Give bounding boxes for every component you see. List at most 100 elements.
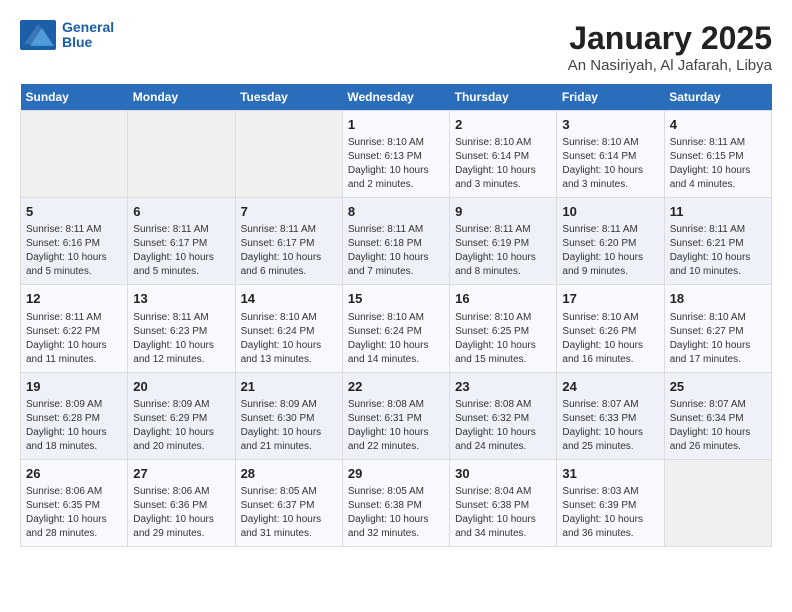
- header-friday: Friday: [557, 84, 664, 111]
- day-info: Sunrise: 8:04 AM Sunset: 6:38 PM Dayligh…: [455, 485, 551, 541]
- day-number: 2: [455, 116, 551, 134]
- calendar-cell: [235, 111, 342, 198]
- day-number: 30: [455, 465, 551, 483]
- day-number: 17: [562, 290, 658, 308]
- day-info: Sunrise: 8:11 AM Sunset: 6:16 PM Dayligh…: [26, 223, 122, 279]
- calendar-cell: 18 Sunrise: 8:10 AM Sunset: 6:27 PM Dayli…: [664, 285, 771, 372]
- logo-line2: Blue: [62, 35, 114, 50]
- day-info: Sunrise: 8:10 AM Sunset: 6:27 PM Dayligh…: [670, 311, 766, 367]
- day-number: 1: [348, 116, 444, 134]
- day-info: Sunrise: 8:11 AM Sunset: 6:23 PM Dayligh…: [133, 311, 229, 367]
- calendar-week-2: 5 Sunrise: 8:11 AM Sunset: 6:16 PM Daylig…: [21, 198, 772, 285]
- day-info: Sunrise: 8:11 AM Sunset: 6:19 PM Dayligh…: [455, 223, 551, 279]
- calendar-week-1: 1Sunrise: 8:10 AM Sunset: 6:13 PM Daylig…: [21, 111, 772, 198]
- logo: General Blue: [20, 20, 114, 51]
- day-info: Sunrise: 8:05 AM Sunset: 6:38 PM Dayligh…: [348, 485, 444, 541]
- header-wednesday: Wednesday: [342, 84, 449, 111]
- logo-icon: [20, 20, 56, 50]
- day-number: 23: [455, 378, 551, 396]
- calendar-cell: 9 Sunrise: 8:11 AM Sunset: 6:19 PM Daylig…: [450, 198, 557, 285]
- calendar-cell: 19 Sunrise: 8:09 AM Sunset: 6:28 PM Dayli…: [21, 372, 128, 459]
- calendar-cell: 22 Sunrise: 8:08 AM Sunset: 6:31 PM Dayli…: [342, 372, 449, 459]
- day-number: 9: [455, 203, 551, 221]
- calendar-cell: 2Sunrise: 8:10 AM Sunset: 6:14 PM Daylig…: [450, 111, 557, 198]
- calendar-cell: 8 Sunrise: 8:11 AM Sunset: 6:18 PM Daylig…: [342, 198, 449, 285]
- logo-text: General Blue: [62, 20, 114, 51]
- day-number: 31: [562, 465, 658, 483]
- header-thursday: Thursday: [450, 84, 557, 111]
- calendar-cell: 15 Sunrise: 8:10 AM Sunset: 6:24 PM Dayli…: [342, 285, 449, 372]
- calendar-cell: 4Sunrise: 8:11 AM Sunset: 6:15 PM Daylig…: [664, 111, 771, 198]
- day-number: 11: [670, 203, 766, 221]
- day-number: 28: [241, 465, 337, 483]
- logo-line1: General: [62, 20, 114, 35]
- calendar-cell: 11 Sunrise: 8:11 AM Sunset: 6:21 PM Dayli…: [664, 198, 771, 285]
- calendar-cell: [128, 111, 235, 198]
- calendar-cell: 24Sunrise: 8:07 AM Sunset: 6:33 PM Dayli…: [557, 372, 664, 459]
- day-number: 15: [348, 290, 444, 308]
- day-number: 22: [348, 378, 444, 396]
- header-saturday: Saturday: [664, 84, 771, 111]
- calendar-cell: 31Sunrise: 8:03 AM Sunset: 6:39 PM Dayli…: [557, 459, 664, 546]
- calendar-cell: 10Sunrise: 8:11 AM Sunset: 6:20 PM Dayli…: [557, 198, 664, 285]
- calendar-cell: 25 Sunrise: 8:07 AM Sunset: 6:34 PM Dayli…: [664, 372, 771, 459]
- calendar-cell: [21, 111, 128, 198]
- day-info: Sunrise: 8:06 AM Sunset: 6:35 PM Dayligh…: [26, 485, 122, 541]
- calendar-cell: 1Sunrise: 8:10 AM Sunset: 6:13 PM Daylig…: [342, 111, 449, 198]
- day-info: Sunrise: 8:11 AM Sunset: 6:17 PM Dayligh…: [241, 223, 337, 279]
- day-number: 25: [670, 378, 766, 396]
- day-number: 5: [26, 203, 122, 221]
- calendar-cell: 28 Sunrise: 8:05 AM Sunset: 6:37 PM Dayli…: [235, 459, 342, 546]
- day-info: Sunrise: 8:10 AM Sunset: 6:26 PM Dayligh…: [562, 311, 658, 367]
- day-number: 26: [26, 465, 122, 483]
- calendar-cell: 20Sunrise: 8:09 AM Sunset: 6:29 PM Dayli…: [128, 372, 235, 459]
- day-info: Sunrise: 8:09 AM Sunset: 6:29 PM Dayligh…: [133, 398, 229, 454]
- day-number: 7: [241, 203, 337, 221]
- title-block: January 2025 An Nasiriyah, Al Jafarah, L…: [568, 20, 772, 74]
- day-info: Sunrise: 8:08 AM Sunset: 6:32 PM Dayligh…: [455, 398, 551, 454]
- day-info: Sunrise: 8:08 AM Sunset: 6:31 PM Dayligh…: [348, 398, 444, 454]
- day-info: Sunrise: 8:11 AM Sunset: 6:18 PM Dayligh…: [348, 223, 444, 279]
- calendar-cell: 7 Sunrise: 8:11 AM Sunset: 6:17 PM Daylig…: [235, 198, 342, 285]
- header-sunday: Sunday: [21, 84, 128, 111]
- day-info: Sunrise: 8:06 AM Sunset: 6:36 PM Dayligh…: [133, 485, 229, 541]
- day-number: 18: [670, 290, 766, 308]
- day-number: 13: [133, 290, 229, 308]
- calendar-cell: 30 Sunrise: 8:04 AM Sunset: 6:38 PM Dayli…: [450, 459, 557, 546]
- day-info: Sunrise: 8:10 AM Sunset: 6:14 PM Dayligh…: [562, 136, 658, 192]
- header-tuesday: Tuesday: [235, 84, 342, 111]
- day-info: Sunrise: 8:09 AM Sunset: 6:28 PM Dayligh…: [26, 398, 122, 454]
- calendar-cell: 27Sunrise: 8:06 AM Sunset: 6:36 PM Dayli…: [128, 459, 235, 546]
- calendar-week-5: 26 Sunrise: 8:06 AM Sunset: 6:35 PM Dayli…: [21, 459, 772, 546]
- day-number: 14: [241, 290, 337, 308]
- calendar-cell: 29 Sunrise: 8:05 AM Sunset: 6:38 PM Dayli…: [342, 459, 449, 546]
- calendar-cell: 13 Sunrise: 8:11 AM Sunset: 6:23 PM Dayli…: [128, 285, 235, 372]
- day-number: 19: [26, 378, 122, 396]
- calendar-week-4: 19 Sunrise: 8:09 AM Sunset: 6:28 PM Dayli…: [21, 372, 772, 459]
- calendar-header-row: SundayMondayTuesdayWednesdayThursdayFrid…: [21, 84, 772, 111]
- calendar-cell: [664, 459, 771, 546]
- calendar-cell: 6Sunrise: 8:11 AM Sunset: 6:17 PM Daylig…: [128, 198, 235, 285]
- calendar-table: SundayMondayTuesdayWednesdayThursdayFrid…: [20, 84, 772, 547]
- calendar-cell: 23 Sunrise: 8:08 AM Sunset: 6:32 PM Dayli…: [450, 372, 557, 459]
- day-info: Sunrise: 8:07 AM Sunset: 6:34 PM Dayligh…: [670, 398, 766, 454]
- day-number: 4: [670, 116, 766, 134]
- calendar-cell: 14Sunrise: 8:10 AM Sunset: 6:24 PM Dayli…: [235, 285, 342, 372]
- day-info: Sunrise: 8:11 AM Sunset: 6:21 PM Dayligh…: [670, 223, 766, 279]
- day-number: 29: [348, 465, 444, 483]
- header-monday: Monday: [128, 84, 235, 111]
- day-number: 10: [562, 203, 658, 221]
- day-number: 12: [26, 290, 122, 308]
- calendar-cell: 16Sunrise: 8:10 AM Sunset: 6:25 PM Dayli…: [450, 285, 557, 372]
- day-number: 21: [241, 378, 337, 396]
- day-info: Sunrise: 8:05 AM Sunset: 6:37 PM Dayligh…: [241, 485, 337, 541]
- day-info: Sunrise: 8:11 AM Sunset: 6:22 PM Dayligh…: [26, 311, 122, 367]
- calendar-subtitle: An Nasiriyah, Al Jafarah, Libya: [568, 57, 772, 74]
- day-info: Sunrise: 8:09 AM Sunset: 6:30 PM Dayligh…: [241, 398, 337, 454]
- calendar-cell: 26 Sunrise: 8:06 AM Sunset: 6:35 PM Dayli…: [21, 459, 128, 546]
- day-info: Sunrise: 8:10 AM Sunset: 6:24 PM Dayligh…: [348, 311, 444, 367]
- day-number: 3: [562, 116, 658, 134]
- calendar-cell: 12 Sunrise: 8:11 AM Sunset: 6:22 PM Dayli…: [21, 285, 128, 372]
- day-number: 8: [348, 203, 444, 221]
- day-info: Sunrise: 8:10 AM Sunset: 6:25 PM Dayligh…: [455, 311, 551, 367]
